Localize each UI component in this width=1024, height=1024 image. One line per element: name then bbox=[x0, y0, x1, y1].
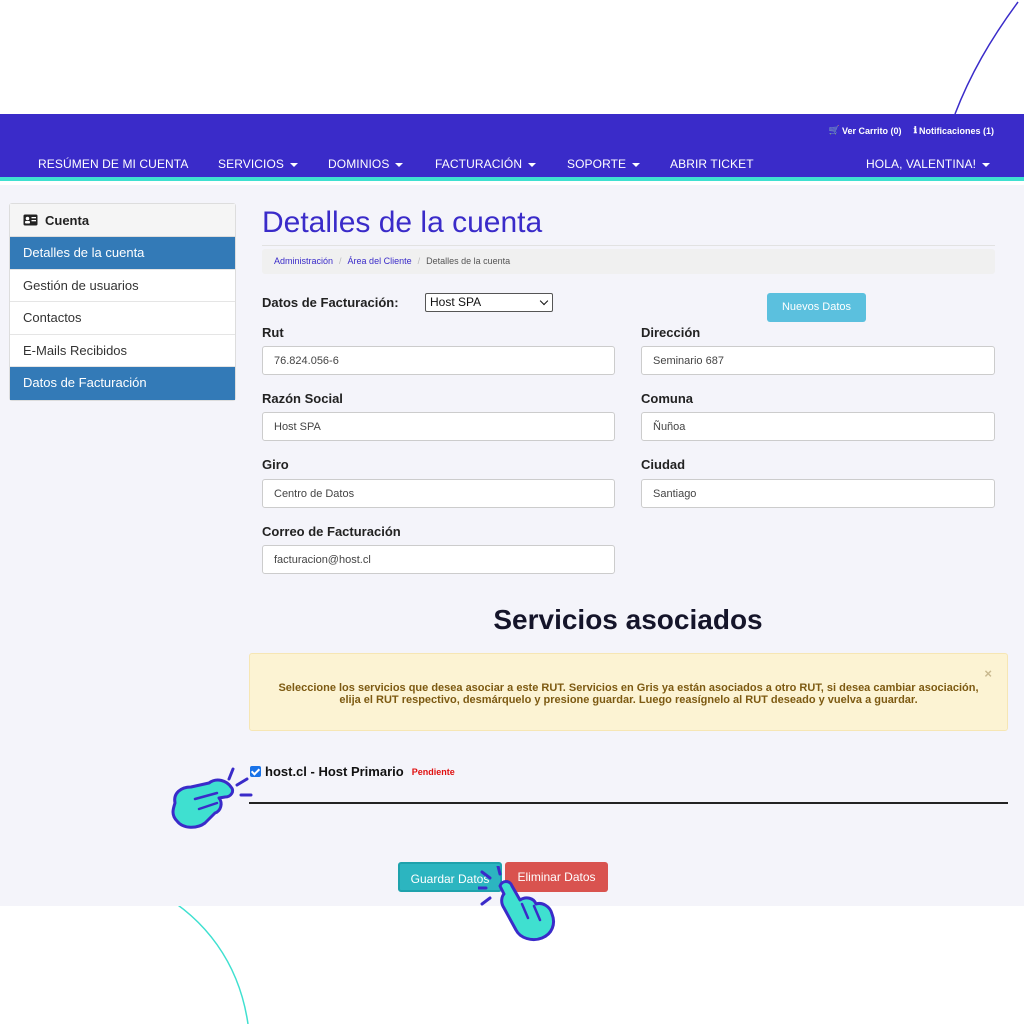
comuna-label: Comuna bbox=[641, 391, 693, 406]
comuna-field[interactable]: Ñuñoa bbox=[641, 412, 995, 441]
breadcrumb-current: Detalles de la cuenta bbox=[426, 256, 511, 266]
chevron-down-icon bbox=[632, 162, 641, 167]
account-sidebar: Cuenta Detalles de la cuenta Gestión de … bbox=[9, 203, 236, 401]
nav-open-ticket[interactable]: ABRIR TICKET bbox=[670, 157, 754, 171]
chevron-down-icon bbox=[528, 162, 537, 167]
page: 🛒 Ver Carrito (0) ℹ Notificaciones (1) R… bbox=[0, 0, 1024, 1024]
giro-field[interactable]: Centro de Datos bbox=[262, 479, 615, 508]
breadcrumb-admin[interactable]: Administración bbox=[274, 256, 333, 266]
new-data-button[interactable]: Nuevos Datos bbox=[767, 293, 866, 322]
chevron-down-icon bbox=[982, 162, 991, 167]
city-label: Ciudad bbox=[641, 457, 686, 472]
services-info-alert: Seleccione los servicios que desea asoci… bbox=[249, 653, 1008, 731]
sidebar-item-emails[interactable]: E-Mails Recibidos bbox=[10, 335, 235, 367]
nav-user-menu[interactable]: HOLA, VALENTINA! bbox=[866, 157, 991, 171]
chevron-down-icon bbox=[539, 296, 549, 306]
main-nav: RESÚMEN DE MI CUENTA SERVICIOS DOMINIOS … bbox=[0, 146, 1024, 181]
address-field[interactable]: Seminario 687 bbox=[641, 346, 995, 375]
rut-label: Rut bbox=[262, 325, 284, 340]
rut-field[interactable]: 76.824.056-6 bbox=[262, 346, 615, 375]
status-badge: Pendiente bbox=[411, 766, 455, 777]
page-title: Detalles de la cuenta bbox=[262, 206, 543, 239]
cart-link[interactable]: 🛒 Ver Carrito (0) bbox=[829, 125, 902, 136]
cart-icon: 🛒 bbox=[828, 125, 841, 135]
breadcrumb: Administración / Área del Cliente / Detalles… bbox=[262, 249, 995, 274]
chevron-down-icon bbox=[290, 162, 299, 167]
pointing-hand-icon bbox=[171, 767, 253, 829]
nav-domains[interactable]: DOMINIOS bbox=[328, 157, 404, 171]
service-item: host.cl - Host Primario Pendiente bbox=[250, 764, 455, 779]
services-section-title: Servicios asociados bbox=[493, 604, 763, 635]
giro-label: Giro bbox=[262, 457, 289, 472]
title-divider bbox=[262, 245, 995, 246]
sidebar-item-account-details[interactable]: Detalles de la cuenta bbox=[10, 237, 235, 270]
billing-select-label: Datos de Facturación: bbox=[262, 295, 399, 310]
address-label: Dirección bbox=[641, 325, 701, 340]
razon-social-field[interactable]: Host SPA bbox=[262, 412, 615, 441]
nav-support[interactable]: SOPORTE bbox=[567, 157, 641, 171]
close-icon[interactable]: × bbox=[984, 667, 992, 680]
sidebar-item-billing-data[interactable]: Datos de Facturación bbox=[10, 367, 235, 400]
sidebar-header: Cuenta bbox=[10, 204, 235, 237]
nav-account-summary[interactable]: RESÚMEN DE MI CUENTA bbox=[38, 157, 188, 171]
info-icon: ℹ bbox=[913, 125, 917, 135]
id-card-icon bbox=[23, 214, 38, 226]
razon-social-label: Razón Social bbox=[262, 391, 343, 406]
chevron-down-icon bbox=[395, 162, 404, 167]
billing-email-field[interactable]: facturacion@host.cl bbox=[262, 545, 615, 574]
city-field[interactable]: Santiago bbox=[641, 479, 995, 508]
pointing-hand-icon bbox=[478, 866, 556, 942]
service-divider bbox=[249, 802, 1008, 804]
notifications-link[interactable]: ℹ Notificaciones (1) bbox=[914, 125, 994, 136]
sidebar-item-user-management[interactable]: Gestión de usuarios bbox=[10, 270, 235, 302]
top-bar: 🛒 Ver Carrito (0) ℹ Notificaciones (1) bbox=[0, 114, 1024, 146]
breadcrumb-client-area[interactable]: Área del Cliente bbox=[348, 256, 412, 266]
sidebar-item-contacts[interactable]: Contactos bbox=[10, 302, 235, 335]
nav-billing[interactable]: FACTURACIÓN bbox=[435, 157, 537, 171]
nav-services[interactable]: SERVICIOS bbox=[218, 157, 299, 171]
billing-email-label: Correo de Facturación bbox=[262, 524, 401, 539]
billing-profile-select[interactable]: Host SPA bbox=[425, 293, 553, 312]
